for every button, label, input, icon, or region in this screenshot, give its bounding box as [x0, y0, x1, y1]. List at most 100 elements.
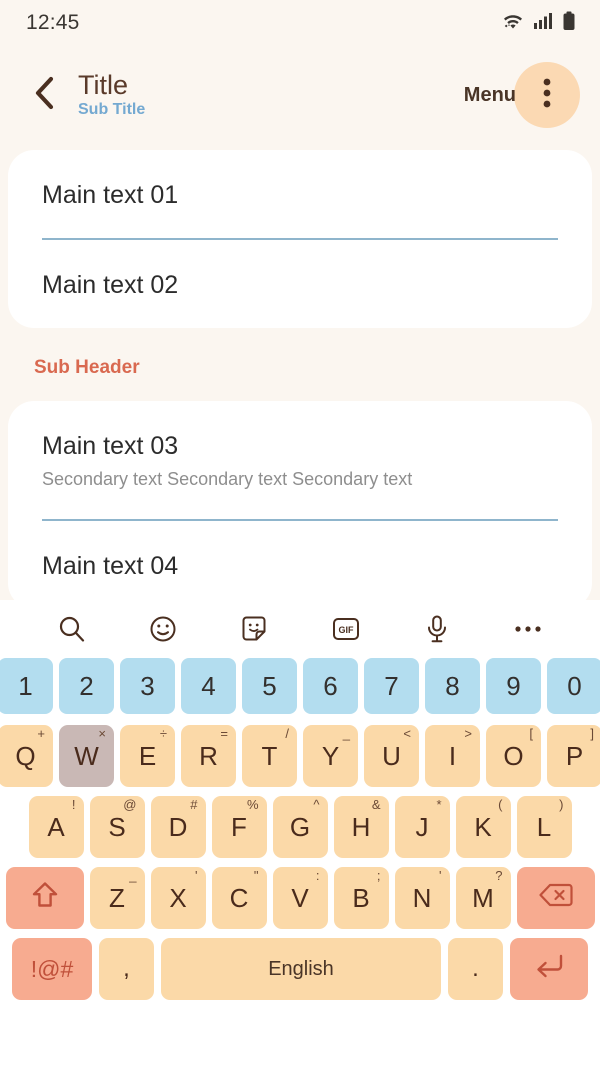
key-v-sup: :	[315, 868, 320, 883]
key-d[interactable]: # D	[150, 796, 206, 858]
back-button[interactable]	[24, 75, 64, 115]
sticker-icon[interactable]	[231, 606, 277, 652]
keyboard-row-numbers: 1 2 3 4 5 6 7 8 9 0	[0, 658, 600, 714]
key-j[interactable]: * J	[394, 796, 450, 858]
key-g[interactable]: ^ G	[272, 796, 328, 858]
content-list[interactable]: Main text 01 Main text 02 Sub Header Mai…	[0, 144, 600, 600]
keyboard-row-asdf: ! A @ S # D % F ^ G & H * J (K ) L	[0, 796, 600, 858]
key-n-sup: '	[439, 868, 442, 883]
key-7[interactable]: 7	[364, 658, 419, 714]
virtual-keyboard: GIF 1 2 3 4 5 6 7 8 9 0 + Q × W ÷ E = R …	[0, 600, 600, 1067]
shift-key[interactable]	[5, 867, 84, 929]
period-key[interactable]: .	[448, 938, 503, 1000]
gif-icon[interactable]: GIF	[323, 606, 369, 652]
key-x-label: X	[169, 882, 187, 913]
key-l[interactable]: ) L	[516, 796, 572, 858]
key-t-sup: /	[285, 726, 289, 741]
more-options-icon[interactable]	[505, 606, 551, 652]
key-o-sup: [	[529, 726, 533, 741]
key-d-sup: #	[190, 797, 198, 812]
keyboard-rows: 1 2 3 4 5 6 7 8 9 0 + Q × W ÷ E = R / T _ Y < U…	[0, 658, 600, 1017]
wifi-icon	[502, 11, 524, 35]
key-m[interactable]: ? M	[455, 867, 511, 929]
key-y-sup: _	[342, 726, 350, 741]
symbols-key[interactable]: !@#	[12, 938, 92, 1000]
list-item[interactable]: Main text 02	[42, 240, 558, 328]
key-e[interactable]: ÷ E	[120, 725, 175, 787]
key-f[interactable]: % F	[211, 796, 267, 858]
key-a[interactable]: ! A	[28, 796, 84, 858]
microphone-icon[interactable]	[414, 606, 460, 652]
list-item-main-text: Main text 01	[42, 181, 179, 209]
key-4[interactable]: 4	[181, 658, 236, 714]
key-k[interactable]: (K	[455, 796, 511, 858]
key-v-label: V	[291, 882, 309, 913]
space-key[interactable]: English	[161, 938, 441, 1000]
key-p-label: P	[565, 740, 584, 771]
key-g-sup: ^	[313, 797, 320, 812]
key-r-label: R	[199, 740, 218, 771]
key-c-label: C	[229, 882, 249, 913]
key-q-sup: +	[37, 726, 45, 741]
key-w-label: W	[74, 740, 99, 771]
key-u[interactable]: < U	[364, 725, 419, 787]
key-g-label: G	[289, 811, 311, 842]
menu-button[interactable]: Menu	[464, 84, 516, 107]
emoji-icon[interactable]	[140, 606, 186, 652]
key-e-label: E	[138, 740, 157, 771]
key-o[interactable]: [O	[486, 725, 541, 787]
key-j-sup: *	[436, 797, 442, 812]
back-chevron-icon	[33, 76, 55, 115]
key-y[interactable]: _ Y	[303, 725, 358, 787]
key-0[interactable]: 0	[547, 658, 600, 714]
enter-key[interactable]	[510, 938, 588, 1000]
key-z[interactable]: _ Z	[89, 867, 145, 929]
backspace-key[interactable]	[516, 867, 595, 929]
key-z-label: Z	[109, 882, 125, 913]
key-s[interactable]: @ S	[89, 796, 145, 858]
list-item[interactable]: Main text 03 Secondary text Secondary te…	[42, 401, 558, 519]
app-bar-actions: Menu	[464, 62, 580, 128]
key-9[interactable]: 9	[486, 658, 541, 714]
key-a-label: A	[47, 811, 65, 842]
key-x[interactable]: ' X	[150, 867, 206, 929]
list-item[interactable]: Main text 04	[42, 521, 558, 601]
signal-icon	[533, 11, 553, 35]
key-5[interactable]: 5	[242, 658, 297, 714]
key-2[interactable]: 2	[59, 658, 114, 714]
key-i[interactable]: > I	[425, 725, 480, 787]
page-subtitle: Sub Title	[78, 101, 146, 119]
key-n[interactable]: ' N	[394, 867, 450, 929]
keyboard-toolbar: GIF	[0, 600, 600, 658]
key-v[interactable]: :V	[272, 867, 328, 929]
key-p[interactable]: ] P	[547, 725, 600, 787]
key-3[interactable]: 3	[120, 658, 175, 714]
key-l-sup: )	[559, 797, 564, 812]
key-t[interactable]: / T	[242, 725, 297, 787]
comma-key[interactable]: ,	[99, 938, 154, 1000]
key-u-sup: <	[403, 726, 411, 741]
overflow-menu-button[interactable]	[514, 62, 580, 128]
key-i-label: I	[448, 740, 457, 771]
key-d-label: D	[168, 811, 188, 842]
key-c[interactable]: " C	[211, 867, 267, 929]
key-a-sup: !	[71, 797, 76, 812]
key-6[interactable]: 6	[303, 658, 358, 714]
key-w[interactable]: × W	[59, 725, 114, 787]
key-q[interactable]: + Q	[0, 725, 53, 787]
key-p-sup: ]	[590, 726, 594, 741]
key-1[interactable]: 1	[0, 658, 53, 714]
search-icon[interactable]	[49, 606, 95, 652]
shift-icon	[30, 880, 60, 917]
key-f-sup: %	[246, 797, 259, 812]
key-j-label: J	[415, 811, 429, 842]
key-h[interactable]: & H	[333, 796, 389, 858]
battery-icon	[562, 11, 576, 36]
list-item[interactable]: Main text 01	[42, 150, 558, 238]
key-8[interactable]: 8	[425, 658, 480, 714]
key-s-label: S	[108, 811, 126, 842]
list-card-group-one: Main text 01 Main text 02	[8, 150, 592, 328]
key-k-label: K	[474, 811, 492, 842]
key-b[interactable]: ; B	[333, 867, 389, 929]
key-r[interactable]: = R	[181, 725, 236, 787]
